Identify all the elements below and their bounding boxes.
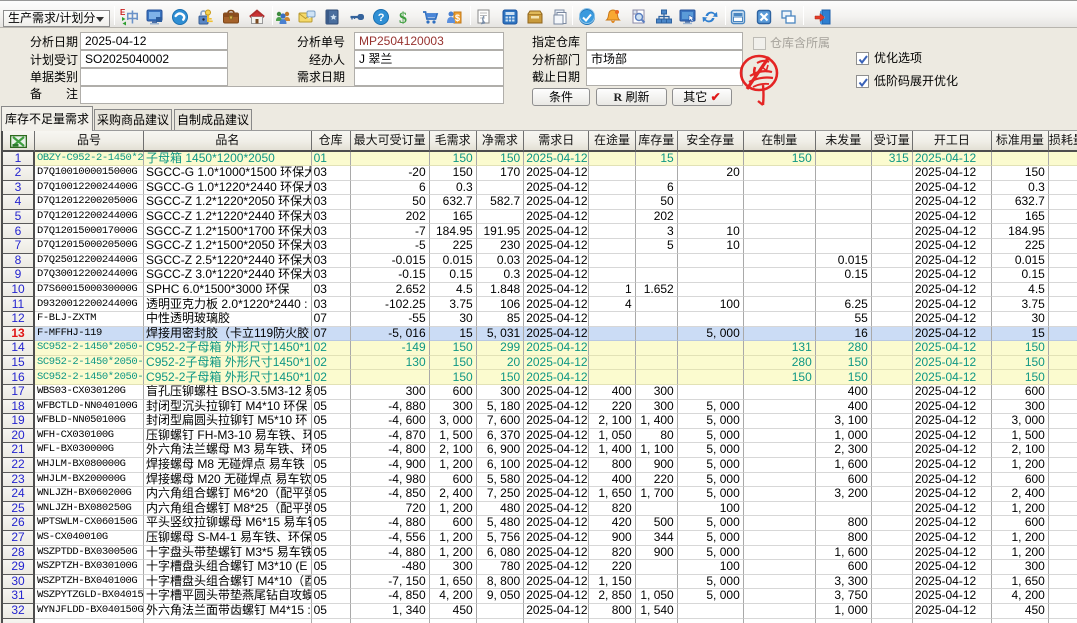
svg-text:中: 中 [126,10,138,25]
svg-text:$: $ [455,13,460,23]
svg-text:?: ? [378,12,385,24]
svg-text:$: $ [399,10,407,26]
